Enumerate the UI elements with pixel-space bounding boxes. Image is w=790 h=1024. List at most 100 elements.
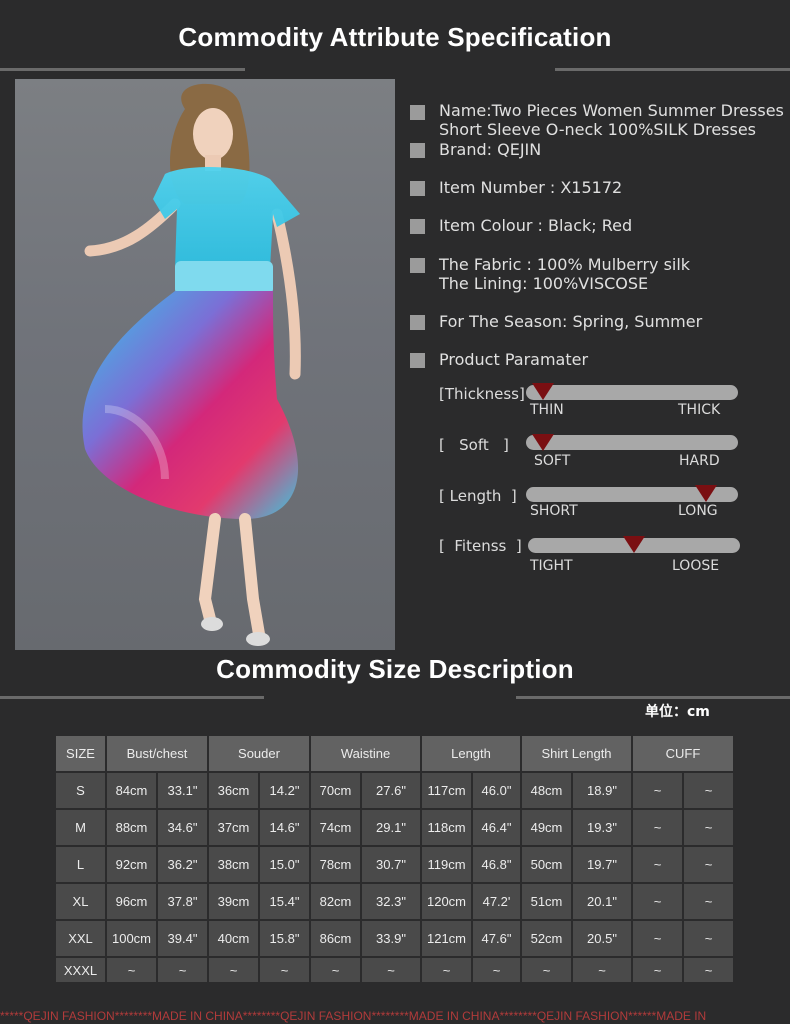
size-header-cell: Waistine xyxy=(311,736,420,771)
size-value-cell: ~ xyxy=(684,958,733,982)
size-header-cell: Length xyxy=(422,736,520,771)
attr-item-number: Item Number : X15172 xyxy=(410,178,785,198)
size-value-cell: 88cm xyxy=(107,810,156,845)
title-rule-left xyxy=(0,68,245,71)
size-value-cell: 46.0" xyxy=(473,773,520,808)
param-fitness-max: LOOSE xyxy=(672,558,720,574)
size-value-cell: 96cm xyxy=(107,884,156,919)
size-value-cell: ~ xyxy=(633,884,682,919)
size-label-cell: XXL xyxy=(56,921,105,956)
size-header-cell: Shirt Length xyxy=(522,736,631,771)
size-label-cell: M xyxy=(56,810,105,845)
param-thickness-marker xyxy=(531,383,554,400)
size-value-cell: ~ xyxy=(422,958,471,982)
attr-product-parameter: Product Paramater xyxy=(410,350,785,370)
size-value-cell: 36cm xyxy=(209,773,258,808)
size-value-cell: ~ xyxy=(522,958,571,982)
size-value-cell: 38cm xyxy=(209,847,258,882)
size-value-cell: 82cm xyxy=(311,884,360,919)
size-table-row: XXL 100cm 39.4" 40cm 15.8" 86cm 33.9" 121cm 47.6… xyxy=(56,921,733,956)
size-table-row: XXXL ~ ~ ~ ~ ~ ~ ~ ~ ~ ~ ~ ~ xyxy=(56,958,733,982)
attr-name: Name:Two Pieces Women Summer Dresses Sho… xyxy=(410,101,785,141)
product-photo xyxy=(15,79,395,650)
size-value-cell: 117cm xyxy=(422,773,471,808)
size-value-cell: ~ xyxy=(684,921,733,956)
size-table: SIZE Bust/chest Souder Waistine Length Shirt … xyxy=(54,734,735,984)
size-value-cell: 15.4" xyxy=(260,884,309,919)
size-value-cell: ~ xyxy=(684,810,733,845)
size-rule-left xyxy=(0,696,264,699)
size-table-header: SIZE Bust/chest Souder Waistine Length Shirt … xyxy=(56,736,733,771)
attr-name-line1: Name:Two Pieces Women Summer Dresses xyxy=(439,101,784,120)
size-table-row: XL 96cm 37.8" 39cm 15.4" 82cm 32.3" 120cm 47.2' 5… xyxy=(56,884,733,919)
size-value-cell: 19.7" xyxy=(573,847,631,882)
size-value-cell: 51cm xyxy=(522,884,571,919)
bullet-square xyxy=(410,181,425,196)
attr-name-line2: Short Sleeve O-neck 100%SILK Dresses xyxy=(439,120,757,139)
size-value-cell: 48cm xyxy=(522,773,571,808)
size-value-cell: ~ xyxy=(633,773,682,808)
size-value-cell: ~ xyxy=(473,958,520,982)
size-value-cell: 29.1" xyxy=(362,810,420,845)
bullet-square xyxy=(410,353,425,368)
size-label-cell: L xyxy=(56,847,105,882)
size-value-cell: 37cm xyxy=(209,810,258,845)
size-value-cell: 47.6" xyxy=(473,921,520,956)
bullet-square xyxy=(410,258,425,273)
attr-season: For The Season: Spring, Summer xyxy=(410,312,785,332)
attr-brand-text: Brand: QEJIN xyxy=(439,140,542,159)
size-value-cell: 119cm xyxy=(422,847,471,882)
size-value-cell: 33.1" xyxy=(158,773,207,808)
size-value-cell: 19.3" xyxy=(573,810,631,845)
size-header-cell: Souder xyxy=(209,736,309,771)
size-value-cell: 36.2" xyxy=(158,847,207,882)
param-length-min: SHORT xyxy=(530,503,578,519)
size-value-cell: 32.3" xyxy=(362,884,420,919)
size-value-cell: 50cm xyxy=(522,847,571,882)
param-fitness-marker xyxy=(623,536,645,553)
param-length-marker xyxy=(695,485,718,502)
size-value-cell: ~ xyxy=(633,810,682,845)
bullet-square xyxy=(410,143,425,158)
size-value-cell: ~ xyxy=(633,958,682,982)
size-value-cell: 86cm xyxy=(311,921,360,956)
model-illustration xyxy=(82,83,301,646)
param-length-max: LONG xyxy=(678,503,718,519)
size-value-cell: 70cm xyxy=(311,773,360,808)
size-value-cell: 121cm xyxy=(422,921,471,956)
size-header-cell: SIZE xyxy=(56,736,105,771)
param-soft-marker xyxy=(531,434,554,451)
attr-lining-line2: The Lining: 100%VISCOSE xyxy=(439,274,649,293)
size-table-row: L 92cm 36.2" 38cm 15.0" 78cm 30.7" 119cm 46.8" 50… xyxy=(56,847,733,882)
size-value-cell: ~ xyxy=(573,958,631,982)
attr-colour-text: Item Colour : Black; Red xyxy=(439,216,633,235)
size-section-title: Commodity Size Description xyxy=(216,654,574,684)
size-value-cell: 37.8" xyxy=(158,884,207,919)
param-thickness-label: [Thickness] xyxy=(439,385,525,403)
size-value-cell: ~ xyxy=(633,847,682,882)
size-value-cell: ~ xyxy=(633,921,682,956)
size-label-cell: XXXL xyxy=(56,958,105,982)
param-fitness-label: [ Fitenss ] xyxy=(439,537,522,555)
size-header-cell: Bust/chest xyxy=(107,736,207,771)
size-value-cell: ~ xyxy=(158,958,207,982)
param-length-label: [ Length ] xyxy=(439,487,517,505)
title-rule-right xyxy=(555,68,790,71)
size-value-cell: 39cm xyxy=(209,884,258,919)
page-title: Commodity Attribute Specification xyxy=(178,22,612,52)
size-value-cell: ~ xyxy=(684,773,733,808)
size-value-cell: 47.2' xyxy=(473,884,520,919)
attr-brand: Brand: QEJIN xyxy=(410,140,785,160)
size-value-cell: 15.8" xyxy=(260,921,309,956)
size-value-cell: 78cm xyxy=(311,847,360,882)
param-fitness-min: TIGHT xyxy=(530,558,573,574)
size-value-cell: 30.7" xyxy=(362,847,420,882)
size-value-cell: 74cm xyxy=(311,810,360,845)
param-soft-max: HARD xyxy=(679,453,720,469)
size-value-cell: 27.6" xyxy=(362,773,420,808)
param-soft-label: [ Soft ] xyxy=(439,436,509,454)
size-value-cell: 39.4" xyxy=(158,921,207,956)
size-value-cell: ~ xyxy=(107,958,156,982)
size-value-cell: ~ xyxy=(684,847,733,882)
size-value-cell: 120cm xyxy=(422,884,471,919)
